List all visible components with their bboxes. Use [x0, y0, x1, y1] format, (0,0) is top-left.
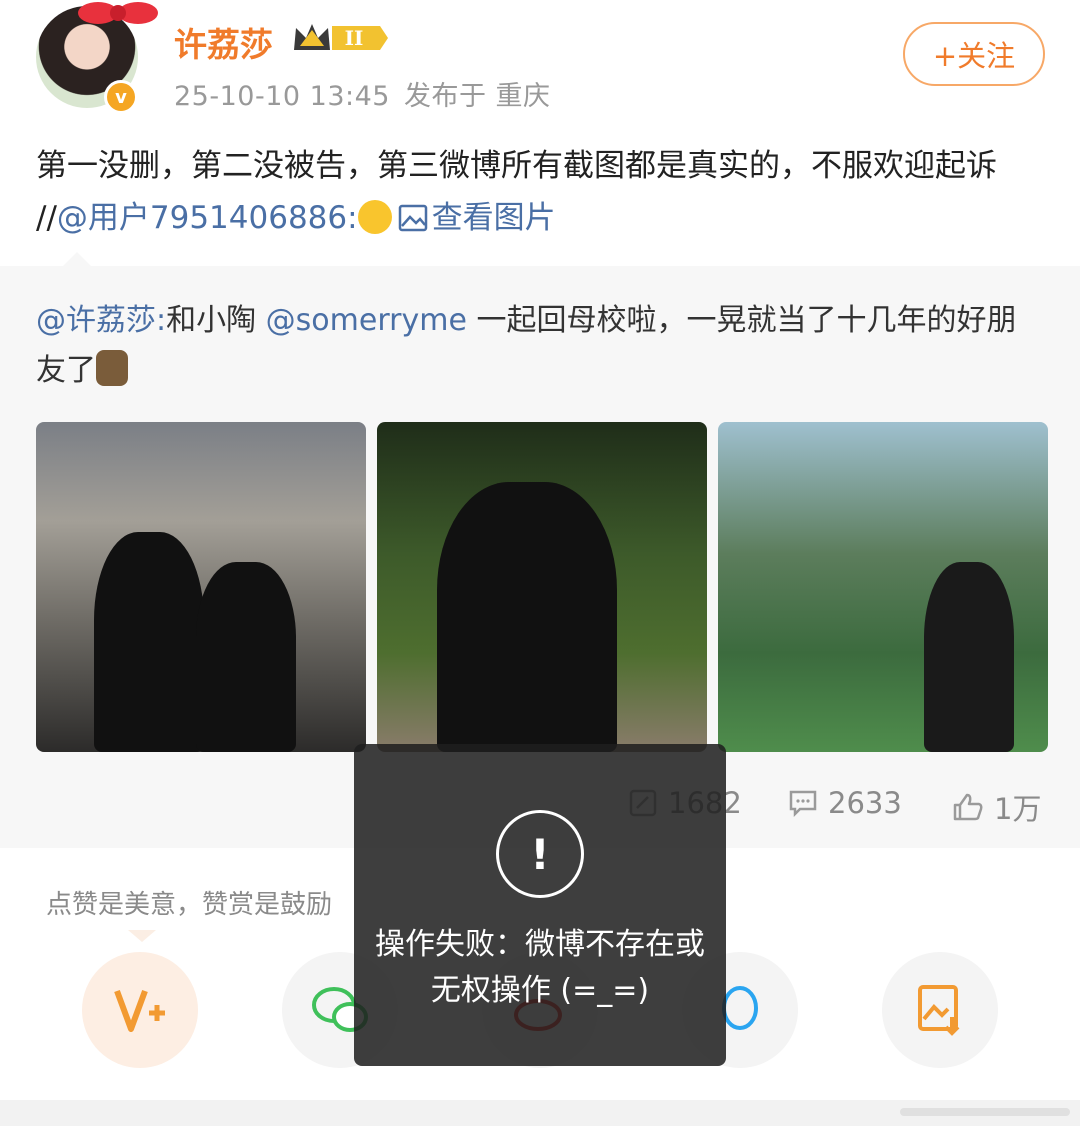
- photo-thumbnail-3[interactable]: [718, 422, 1048, 752]
- level-badge-text: II: [345, 26, 364, 50]
- post-meta: 25-10-10 13:45 发布于 重庆: [174, 74, 551, 113]
- save-image-icon: [918, 985, 960, 1036]
- save-image-button[interactable]: [882, 952, 998, 1068]
- comment-icon: [789, 790, 817, 818]
- repost-author-link[interactable]: @许荔莎:: [36, 303, 166, 338]
- mention-link[interactable]: @用户7951406886:: [57, 200, 358, 236]
- comment-stat[interactable]: 2633: [788, 786, 902, 820]
- alert-icon: !: [496, 810, 584, 898]
- photo-thumbnail-2[interactable]: [377, 422, 707, 752]
- location: 发布于 重庆: [403, 81, 551, 112]
- reward-label: 点赞是美意，赞赏是鼓励: [46, 890, 333, 920]
- error-toast: ! 操作失败：微博不存在或无权操作 (=_=): [354, 744, 726, 1066]
- repost-body-a: 和小陶: [166, 303, 266, 338]
- like-count: 1万: [994, 792, 1042, 826]
- image-icon: [398, 204, 427, 232]
- repost-text: @许荔莎:和小陶 @somerryme 一起回母校啦，一晃就当了十几年的好朋友了: [36, 296, 1046, 396]
- timestamp: 25-10-10 13:45: [174, 81, 390, 112]
- smile-emoji-icon: [357, 200, 392, 234]
- bow-decoration-icon: [78, 2, 158, 24]
- view-images-link[interactable]: 查看图片: [432, 200, 556, 236]
- reward-pointer: [128, 930, 156, 942]
- repost-mention-link[interactable]: @somerryme: [266, 303, 467, 338]
- verified-badge-icon: v: [104, 80, 138, 114]
- comment-count: 2633: [828, 786, 902, 820]
- like-stat[interactable]: 1万: [952, 786, 1041, 828]
- vplus-icon: [114, 989, 165, 1032]
- photo-grid: [36, 422, 1048, 752]
- scroll-indicator: [900, 1108, 1070, 1116]
- repost-pointer: [62, 252, 92, 267]
- post-text: 第一没删，第二没被告，第三微博所有截图都是真实的，不服欢迎起诉 //@用户795…: [36, 140, 1046, 244]
- toast-message: 操作失败：微博不存在或无权操作 (=_=): [375, 927, 705, 1008]
- username[interactable]: 许荔莎: [174, 18, 273, 66]
- like-icon: [953, 793, 983, 821]
- monkey-emoji-icon: [96, 350, 128, 386]
- vplus-button[interactable]: [82, 952, 198, 1068]
- follow-button[interactable]: +关注: [903, 22, 1045, 86]
- photo-thumbnail-1[interactable]: [36, 422, 366, 752]
- crown-level-icon: II: [294, 24, 388, 50]
- post-header: v 许荔莎 II 25-10-10 13:45 发布于 重庆 +关注: [0, 0, 1080, 130]
- bottom-bar: [0, 1100, 1080, 1126]
